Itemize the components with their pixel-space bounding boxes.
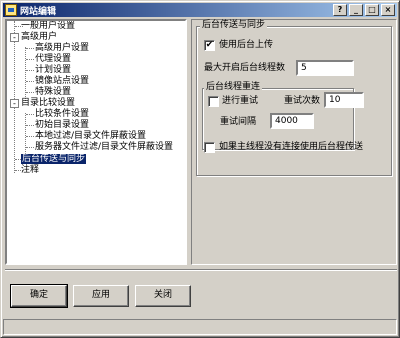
- tree-item-special-settings[interactable]: 特殊设置: [35, 87, 71, 98]
- tree-line: [26, 125, 34, 126]
- tree-item-initial-dir[interactable]: 初始目录设置: [35, 120, 89, 131]
- ok-button[interactable]: 确定: [10, 284, 68, 308]
- collapse-icon[interactable]: -: [10, 99, 19, 108]
- dialog-window: 网站编辑 ? _ □ × 一般用户设置 - 高级用户 高级用户设置 代理设置 计…: [0, 0, 400, 338]
- retry-interval-input[interactable]: 4000: [270, 113, 314, 129]
- tree-item-general-user[interactable]: 一般用户设置: [21, 21, 75, 32]
- retry-count-label: 重试次数: [284, 96, 321, 106]
- fallback-label: 如果主线程没有连接使用后台程传送: [219, 142, 364, 152]
- retry-count-input[interactable]: 10: [324, 92, 364, 108]
- tree-line: [26, 70, 34, 71]
- tree-item-advanced-user[interactable]: 高级用户: [21, 32, 57, 43]
- app-icon: [5, 4, 17, 16]
- close-window-button[interactable]: ×: [381, 4, 395, 16]
- title-bar[interactable]: 网站编辑 ? _ □ ×: [3, 3, 397, 17]
- tree-line: [26, 136, 34, 137]
- use-background-upload-label: 使用后台上传: [219, 40, 274, 50]
- tree-item-background-transfer[interactable]: 后台传送与同步: [21, 154, 87, 165]
- apply-button[interactable]: 应用: [73, 285, 129, 307]
- tree-line: [26, 48, 34, 49]
- tree-line: [26, 81, 34, 82]
- group-title: 后台传送与同步: [200, 20, 268, 31]
- tree-line: [26, 59, 34, 60]
- retry-interval-label: 重试间隔: [220, 117, 257, 127]
- help-button[interactable]: ?: [333, 4, 347, 16]
- tree-item-compare-conditions[interactable]: 比较条件设置: [35, 109, 89, 120]
- retry-group-title: 后台线程重连: [204, 82, 263, 93]
- tree-line: [26, 114, 34, 115]
- separator: [5, 269, 397, 271]
- tree-line: [26, 92, 34, 93]
- window-title: 网站编辑: [20, 6, 57, 17]
- maximize-button[interactable]: □: [365, 4, 379, 16]
- tree-item-notes[interactable]: 注释: [21, 165, 39, 176]
- tree-item-dir-compare[interactable]: 目录比较设置: [21, 98, 75, 109]
- collapse-icon[interactable]: -: [10, 33, 19, 42]
- status-bar: [3, 319, 397, 335]
- use-background-upload-checkbox[interactable]: ✔: [204, 40, 215, 51]
- tree-item-local-filter[interactable]: 本地过滤/目录文件屏蔽设置: [35, 131, 146, 142]
- max-threads-input[interactable]: 5: [296, 60, 354, 76]
- tree-line: [25, 113, 26, 156]
- tree-item-mirror-settings[interactable]: 镜像站点设置: [35, 76, 89, 87]
- tree-item-server-filter[interactable]: 服务器文件过滤/目录文件屏蔽设置: [35, 142, 173, 153]
- tree-line: [14, 21, 15, 173]
- tree-item-schedule-settings[interactable]: 计划设置: [35, 65, 71, 76]
- retry-label: 进行重试: [222, 96, 259, 106]
- settings-panel: 后台传送与同步 ✔ 使用后台上传 最大开启后台线程数 5 后台线程重连 进行重试…: [191, 19, 397, 265]
- max-threads-label: 最大开启后台线程数: [204, 63, 286, 73]
- retry-checkbox[interactable]: [208, 96, 219, 107]
- settings-tree[interactable]: 一般用户设置 - 高级用户 高级用户设置 代理设置 计划设置 镜像站点设置 特殊…: [5, 19, 187, 265]
- tree-line: [26, 147, 34, 148]
- fallback-checkbox[interactable]: [204, 142, 215, 153]
- window-controls: ? _ □ ×: [331, 4, 395, 16]
- minimize-button[interactable]: _: [349, 4, 363, 16]
- tree-item-proxy-settings[interactable]: 代理设置: [35, 54, 71, 65]
- close-button[interactable]: 关闭: [135, 285, 191, 307]
- tree-item-advanced-user-settings[interactable]: 高级用户设置: [35, 43, 89, 54]
